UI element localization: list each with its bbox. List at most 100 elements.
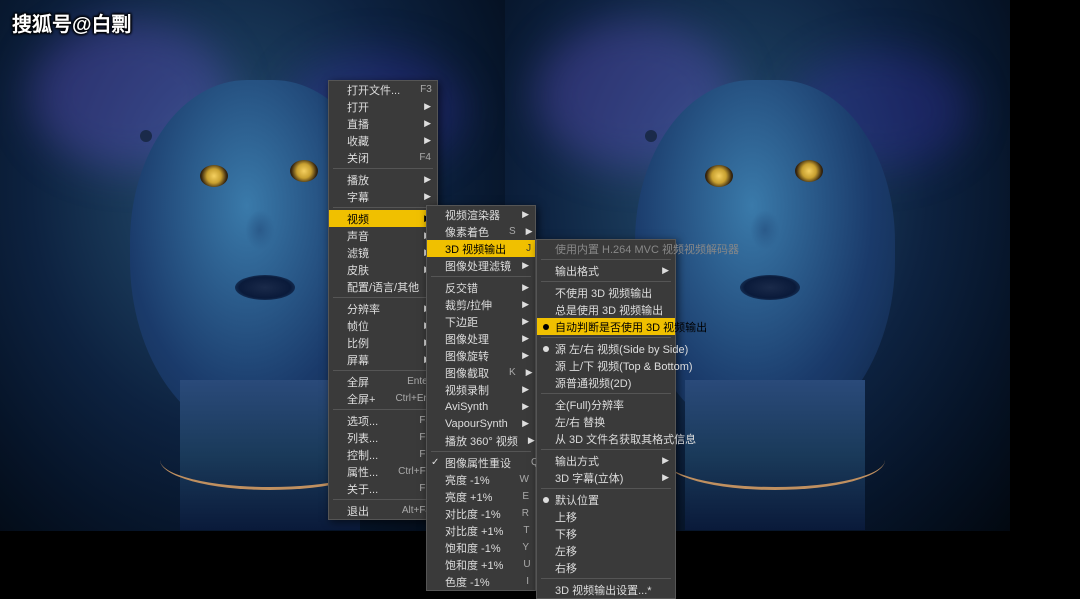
menu-item-shortcut: E	[522, 491, 529, 502]
menu-item[interactable]: 屏幕▶	[329, 351, 437, 368]
menu-separator	[333, 168, 433, 169]
menu-item[interactable]: 退出Alt+F4	[329, 502, 437, 519]
context-menu-main: 打开文件...F3打开▶直播▶收藏▶关闭F4 播放▶字幕▶ 视频▶声音▶滤镜▶皮肤▶…	[328, 80, 438, 520]
menu-separator	[431, 276, 531, 277]
menu-item-label: 不使用 3D 视频输出	[555, 285, 669, 301]
menu-item[interactable]: 图像截取K▶	[427, 364, 535, 381]
menu-item[interactable]: 下边距▶	[427, 313, 535, 330]
submenu-arrow-icon: ▶	[662, 455, 669, 466]
menu-item[interactable]: 全屏+Ctrl+Enter	[329, 390, 437, 407]
menu-item[interactable]: 总是使用 3D 视频输出	[537, 301, 675, 318]
menu-item[interactable]: 关于...F1	[329, 480, 437, 497]
menu-item[interactable]: 对比度 -1% R	[427, 505, 535, 522]
menu-item[interactable]: 选项...F5	[329, 412, 437, 429]
menu-item[interactable]: 饱和度 -1%Y	[427, 539, 535, 556]
menu-item[interactable]: 视频录制▶	[427, 381, 535, 398]
menu-item[interactable]: 右移	[537, 559, 675, 576]
menu-separator	[541, 488, 671, 489]
watermark: 搜狐号@白剽	[12, 8, 132, 37]
menu-item[interactable]: 图像处理▶	[427, 330, 535, 347]
menu-item[interactable]: 滤镜▶	[329, 244, 437, 261]
menu-item[interactable]: 配置/语言/其他▶	[329, 278, 437, 295]
menu-item-label: 配置/语言/其他	[347, 279, 419, 295]
menu-item[interactable]: 亮度 +1% E	[427, 488, 535, 505]
menu-item-label: VapourSynth	[445, 418, 512, 430]
menu-item[interactable]: 输出方式▶	[537, 452, 675, 469]
menu-item[interactable]: 全屏Enter	[329, 373, 437, 390]
menu-item-label: AviSynth	[445, 401, 512, 413]
menu-item[interactable]: 视频渲染器▶	[427, 206, 535, 223]
menu-item[interactable]: 源 上/下 视频(Top & Bottom)	[537, 357, 675, 374]
menu-item-label: 反交错	[445, 280, 512, 296]
menu-item[interactable]: 3D 视频输出设置...*	[537, 581, 675, 598]
menu-item[interactable]: 裁剪/拉伸▶	[427, 296, 535, 313]
menu-item-label: 下移	[555, 526, 669, 542]
menu-item[interactable]: 打开文件...F3	[329, 81, 437, 98]
menu-item[interactable]: 3D 字幕(立体)▶	[537, 469, 675, 486]
menu-item[interactable]: 全(Full)分辨率	[537, 396, 675, 413]
menu-item[interactable]: 帧位▶	[329, 317, 437, 334]
menu-item[interactable]: 控制...F7	[329, 446, 437, 463]
menu-item[interactable]: 反交错 ▶	[427, 279, 535, 296]
menu-item[interactable]: 打开▶	[329, 98, 437, 115]
menu-item[interactable]: 字幕▶	[329, 188, 437, 205]
menu-item[interactable]: 下移	[537, 525, 675, 542]
menu-item[interactable]: 播放▶	[329, 171, 437, 188]
menu-item-label: 下边距	[445, 314, 512, 330]
menu-item-label: 从 3D 文件名获取其格式信息	[555, 431, 696, 447]
menu-item[interactable]: 关闭F4	[329, 149, 437, 166]
menu-item[interactable]: 左/右 替换	[537, 413, 675, 430]
menu-separator	[333, 409, 433, 410]
menu-item[interactable]: VapourSynth▶	[427, 415, 535, 432]
menu-item[interactable]: 左移	[537, 542, 675, 559]
menu-item[interactable]: 图像旋转▶	[427, 347, 535, 364]
check-icon: ✓	[431, 457, 439, 468]
menu-item[interactable]: 色度 -1%I	[427, 573, 535, 590]
menu-item-label: 选项...	[347, 413, 399, 429]
menu-item: 使用内置 H.264 MVC 视频视频解码器	[537, 240, 675, 257]
menu-item[interactable]: 图像处理滤镜▶	[427, 257, 535, 274]
menu-item[interactable]: 亮度 -1%W	[427, 471, 535, 488]
menu-item[interactable]: 饱和度 +1%U	[427, 556, 535, 573]
menu-item-shortcut: J	[526, 243, 531, 254]
submenu-arrow-icon: ▶	[522, 282, 529, 293]
menu-separator	[541, 259, 671, 260]
menu-item-label: 滤镜	[347, 245, 414, 261]
menu-item[interactable]: 3D 视频输出J▶	[427, 240, 535, 257]
menu-item[interactable]: 直播▶	[329, 115, 437, 132]
menu-item[interactable]: AviSynth▶	[427, 398, 535, 415]
menu-separator	[541, 281, 671, 282]
menu-item[interactable]: 列表...F6	[329, 429, 437, 446]
menu-item-label: 字幕	[347, 189, 414, 205]
menu-item[interactable]: 分辨率▶	[329, 300, 437, 317]
menu-item[interactable]: 属性...Ctrl+F1	[329, 463, 437, 480]
menu-item[interactable]: 视频▶	[329, 210, 437, 227]
menu-item-label: 全屏	[347, 374, 387, 390]
menu-item[interactable]: 比例▶	[329, 334, 437, 351]
menu-item[interactable]: 上移	[537, 508, 675, 525]
menu-item-label: 左移	[555, 543, 669, 559]
menu-item[interactable]: 从 3D 文件名获取其格式信息	[537, 430, 675, 447]
menu-item[interactable]: 源普通视频(2D)	[537, 374, 675, 391]
menu-item-label: 亮度 +1%	[445, 489, 502, 505]
submenu-arrow-icon: ▶	[526, 367, 533, 378]
menu-item-label: 图像属性重设	[445, 455, 511, 471]
menu-item[interactable]: 声音▶	[329, 227, 437, 244]
menu-item-label: 对比度 -1%	[445, 506, 502, 522]
menu-item[interactable]: ✓图像属性重设Q	[427, 454, 535, 471]
menu-item[interactable]: 收藏▶	[329, 132, 437, 149]
menu-item-label: 收藏	[347, 133, 414, 149]
menu-item[interactable]: 输出格式▶	[537, 262, 675, 279]
menu-item-shortcut: R	[522, 508, 529, 519]
menu-item[interactable]: 播放 360° 视频▶	[427, 432, 535, 449]
menu-item-label: 总是使用 3D 视频输出	[555, 302, 669, 318]
menu-item[interactable]: 源 左/右 视频(Side by Side)	[537, 340, 675, 357]
menu-item-shortcut: U	[523, 559, 530, 570]
menu-item[interactable]: 自动判断是否使用 3D 视频输出	[537, 318, 675, 335]
menu-item[interactable]: 默认位置	[537, 491, 675, 508]
menu-item-shortcut: F4	[419, 152, 431, 163]
menu-item[interactable]: 不使用 3D 视频输出	[537, 284, 675, 301]
menu-item[interactable]: 皮肤▶	[329, 261, 437, 278]
submenu-arrow-icon: ▶	[662, 472, 669, 483]
menu-item[interactable]: 像素着色S▶	[427, 223, 535, 240]
